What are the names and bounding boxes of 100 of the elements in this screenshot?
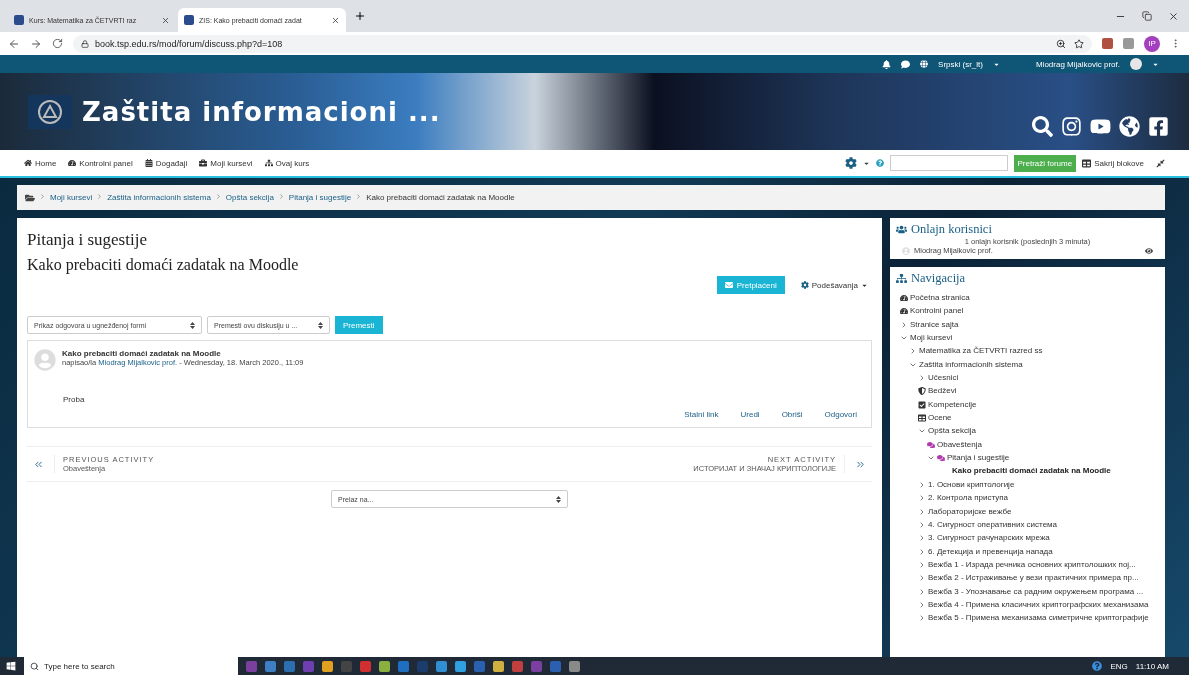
tree-item[interactable]: Moji kursevi [910, 331, 953, 345]
tree-item[interactable]: Вежба 1 - Израда речника основних криптолошких пој... [928, 557, 1136, 572]
folder-icon[interactable] [25, 192, 35, 203]
tree-item[interactable]: Pitanja i sugestije [947, 451, 1010, 465]
instagram-icon[interactable] [1061, 116, 1082, 137]
collapse-icon[interactable] [1156, 158, 1165, 168]
address-bar[interactable]: book.tsp.edu.rs/mod/forum/discuss.php?d=108 [73, 34, 1092, 53]
tree-item[interactable]: Početna stranica [910, 291, 970, 305]
app-icon[interactable] [379, 660, 390, 672]
nav-link[interactable]: Moji kursevi [199, 158, 253, 168]
tree-item[interactable]: Učesnici [928, 371, 959, 385]
help-icon[interactable] [875, 159, 884, 167]
table-icon [1082, 158, 1092, 168]
expand-caret-icon[interactable] [918, 480, 926, 489]
windows-icon[interactable] [6, 661, 16, 671]
post-action-link[interactable]: Uredi [740, 410, 760, 419]
tree-item[interactable]: Kompetencije [928, 397, 977, 412]
expand-caret-icon[interactable] [918, 494, 926, 503]
nav-link[interactable]: Događaji [144, 158, 188, 168]
tree-item[interactable]: Obaveštenja [937, 437, 982, 452]
expand-caret-icon[interactable] [918, 547, 926, 556]
profile-avatar[interactable]: IP [1144, 35, 1160, 52]
tree-item[interactable]: Лабораторијске вежбе [928, 504, 1012, 518]
expand-caret-icon[interactable] [918, 560, 926, 569]
nav-link[interactable]: Home [24, 158, 57, 168]
post-action-link[interactable]: Stalni link [684, 410, 719, 419]
tree-item[interactable]: 2. Контрола приступа [928, 491, 1008, 505]
tree-item[interactable]: Kako prebaciti domaći zadatak na Moodle [936, 464, 1111, 478]
back-icon[interactable] [8, 37, 20, 50]
close-icon[interactable] [161, 15, 170, 25]
tree-item[interactable]: Kontrolni panel [910, 304, 964, 318]
expand-caret-icon[interactable] [918, 614, 926, 623]
eye-icon[interactable] [1145, 246, 1153, 255]
breadcrumb-link[interactable]: Moji kursevi [50, 193, 93, 202]
app-icon[interactable] [569, 660, 580, 672]
facebook-icon[interactable] [1148, 116, 1169, 137]
expand-caret-icon[interactable] [918, 587, 926, 596]
dashboard-icon [900, 294, 908, 302]
expand-caret-icon[interactable] [918, 374, 926, 383]
close-icon[interactable] [331, 15, 340, 25]
forward-icon[interactable] [30, 37, 42, 50]
sitemap-icon [264, 159, 273, 167]
extension-icon[interactable] [1102, 38, 1113, 49]
post-action-link[interactable]: Obriši [781, 410, 803, 419]
language-menu[interactable]: Srpski (sr_lt) [938, 59, 983, 69]
zoom-icon[interactable] [1056, 38, 1066, 49]
breadcrumb-link[interactable]: Zaštita informacionih sistema [107, 193, 211, 202]
tree-item[interactable]: Zaštita informacionih sistema [919, 357, 1023, 372]
expand-caret-icon[interactable] [918, 534, 926, 543]
app-icon[interactable] [455, 660, 466, 672]
tree-item[interactable]: 1. Основи криптологије [928, 477, 1015, 492]
nav-link[interactable]: Kontrolni panel [68, 158, 133, 168]
tree-item[interactable]: 3. Сигурност рачунарских мрежа [928, 531, 1050, 545]
tree-item[interactable]: 6. Детекција и превенција напада [928, 544, 1053, 558]
breadcrumb-link[interactable]: Kako prebaciti domaći zadatak na Moodle [366, 193, 515, 202]
expand-caret-icon[interactable] [918, 520, 926, 529]
restore-icon[interactable] [1142, 10, 1152, 21]
settings-icon[interactable] [844, 157, 857, 169]
tree-item[interactable]: Вежба 4 - Примена класичних криптографских механизама [928, 597, 1149, 612]
expand-caret-icon[interactable] [900, 320, 908, 329]
expand-caret-icon[interactable] [918, 574, 926, 583]
tree-item[interactable]: Bedževi [928, 384, 957, 398]
app-icon[interactable] [436, 660, 447, 672]
search-field[interactable] [889, 155, 1008, 171]
users-icon [896, 224, 907, 235]
close-icon[interactable] [1168, 10, 1179, 22]
tree-item[interactable]: 4. Сигурност оперативних система [928, 517, 1058, 532]
chat-icon[interactable] [901, 59, 911, 69]
app-icon[interactable] [398, 660, 409, 672]
hide-blocks-button[interactable]: Sakrij blokove [1082, 158, 1144, 168]
user-menu[interactable]: Miodrag Mijalkovic prof. [1035, 59, 1120, 69]
tree-item[interactable]: Вежба 3 - Упознавање са радним окружењем програма ... [928, 584, 1144, 598]
help-icon[interactable] [1092, 661, 1103, 671]
tree-item[interactable]: Вежба 5 - Примена механизама симетричне криптографије [928, 611, 1149, 625]
expand-caret-icon[interactable] [918, 600, 926, 609]
app-icon[interactable] [360, 660, 371, 672]
tree-item[interactable]: Opšta sekcija [928, 424, 977, 438]
breadcrumb-link[interactable]: Pitanja i sugestije [288, 193, 352, 202]
reload-icon[interactable] [52, 38, 63, 49]
new-tab-icon[interactable] [354, 10, 366, 22]
bell-icon[interactable] [882, 59, 892, 69]
star-icon[interactable] [1074, 38, 1084, 49]
gear-icon [800, 281, 809, 289]
tree-item[interactable]: Stranice sajta [910, 317, 959, 332]
breadcrumb-link[interactable]: Opšta sekcija [225, 193, 274, 202]
chevron-icon [355, 193, 363, 202]
post-action-link[interactable]: Odgovori [824, 410, 857, 419]
taskbar-search-field[interactable]: Type here to search [42, 657, 238, 675]
app-icon[interactable] [493, 660, 504, 672]
search-icon[interactable] [1032, 116, 1053, 137]
app-icon[interactable] [322, 660, 333, 672]
globe-icon[interactable] [1119, 116, 1140, 137]
app-icon[interactable] [265, 660, 276, 672]
tree-item[interactable]: Вежба 2 - Истраживање у вези практичних примера пр... [928, 571, 1139, 585]
tree-item[interactable]: Matematika za ČETVRTI razred ss [919, 344, 1043, 358]
tree-item[interactable]: Ocene [928, 411, 952, 425]
expand-caret-icon[interactable] [918, 507, 926, 516]
expand-caret-icon[interactable] [909, 347, 917, 356]
nav-link[interactable]: Ovaj kurs [264, 158, 310, 168]
settings-menu[interactable]: Podešavanja [800, 280, 868, 290]
